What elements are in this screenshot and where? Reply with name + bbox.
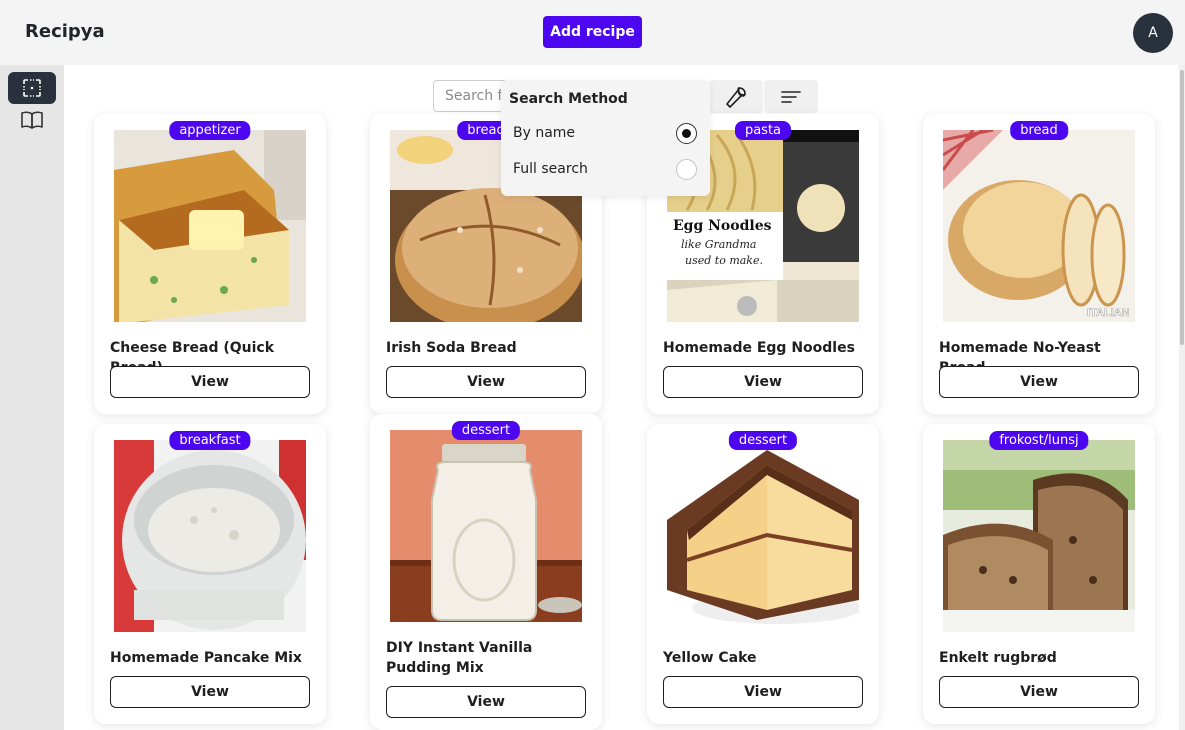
view-recipe-button[interactable]: View bbox=[663, 676, 863, 708]
search-method-title: Search Method bbox=[509, 91, 628, 107]
recipe-card: frokost/lunsj Enkelt rugbrød View bbox=[923, 424, 1155, 724]
recipe-title: Irish Soda Bread bbox=[386, 340, 517, 356]
view-recipe-button[interactable]: View bbox=[386, 366, 586, 398]
recipe-title: Homemade Egg Noodles bbox=[663, 340, 855, 356]
tools-button[interactable] bbox=[709, 80, 763, 113]
search-option-full-search[interactable]: Full search bbox=[501, 152, 710, 188]
recipe-title: Homemade Pancake Mix bbox=[110, 650, 302, 666]
recipe-title: Enkelt rugbrød bbox=[939, 650, 1057, 666]
top-bar: Recipya Add recipe A bbox=[0, 0, 1185, 65]
option-label: Full search bbox=[513, 161, 588, 177]
recipe-image bbox=[943, 440, 1135, 632]
view-recipe-button[interactable]: View bbox=[386, 686, 586, 718]
book-icon bbox=[21, 111, 43, 129]
search-option-by-name[interactable]: By name bbox=[501, 116, 710, 152]
recipe-card: dessert Yellow Cake View bbox=[647, 424, 879, 724]
recipe-image bbox=[667, 440, 859, 632]
recipe-title: DIY Instant Vanilla Pudding Mix bbox=[386, 640, 533, 676]
recipe-card: dessert DIY Instant Vanilla Pudding Mix Vi… bbox=[370, 414, 602, 730]
category-tag: frokost/lunsj bbox=[989, 431, 1089, 450]
recipe-image bbox=[114, 130, 306, 322]
category-tag: breakfast bbox=[169, 431, 251, 450]
view-recipe-button[interactable]: View bbox=[663, 366, 863, 398]
svg-text:like Grandma: like Grandma bbox=[681, 238, 756, 251]
view-recipe-button[interactable]: View bbox=[110, 366, 310, 398]
svg-text:used to make.: used to make. bbox=[685, 254, 763, 267]
sidebar-item-select[interactable] bbox=[8, 72, 56, 104]
recipe-title: Yellow Cake bbox=[663, 650, 757, 666]
search-method-dropdown: Search Method By name Full search bbox=[501, 80, 710, 196]
view-recipe-button[interactable]: View bbox=[939, 676, 1139, 708]
sidebar bbox=[0, 65, 64, 730]
avatar[interactable]: A bbox=[1133, 13, 1173, 53]
svg-text:ITALIAN: ITALIAN bbox=[1087, 307, 1130, 319]
category-tag: dessert bbox=[728, 431, 798, 450]
category-tag: dessert bbox=[451, 421, 521, 440]
scroll-thumb[interactable] bbox=[1180, 70, 1184, 345]
add-recipe-button[interactable]: Add recipe bbox=[543, 16, 642, 48]
sort-lines-icon bbox=[781, 90, 801, 103]
view-recipe-button[interactable]: View bbox=[110, 676, 310, 708]
recipe-card: appetizerCheese Bread (Quick Bread)View bbox=[94, 114, 326, 414]
app-title: Recipya bbox=[25, 21, 105, 42]
category-tag: pasta bbox=[734, 121, 792, 140]
radio-full-search[interactable] bbox=[676, 159, 697, 180]
recipe-image bbox=[114, 440, 306, 632]
category-tag: appetizer bbox=[169, 121, 251, 140]
recipe-card: breakfast Homemade Pancake Mix View bbox=[94, 424, 326, 724]
view-recipe-button[interactable]: View bbox=[939, 366, 1139, 398]
svg-text:Egg Noodles: Egg Noodles bbox=[673, 218, 772, 234]
recipe-image bbox=[390, 430, 582, 622]
category-tag: bread bbox=[1010, 121, 1068, 140]
option-label: By name bbox=[513, 125, 576, 141]
sidebar-item-cookbooks[interactable] bbox=[8, 104, 56, 136]
recipe-image: ITALIAN bbox=[943, 130, 1135, 322]
page-scrollbar[interactable] bbox=[1179, 65, 1185, 730]
recipe-card: ITALIANbreadHomemade No-Yeast BreadView bbox=[923, 114, 1155, 414]
sort-button[interactable] bbox=[764, 80, 818, 113]
select-icon bbox=[23, 79, 41, 97]
radio-by-name[interactable] bbox=[676, 123, 697, 144]
wrench-icon bbox=[726, 86, 746, 108]
